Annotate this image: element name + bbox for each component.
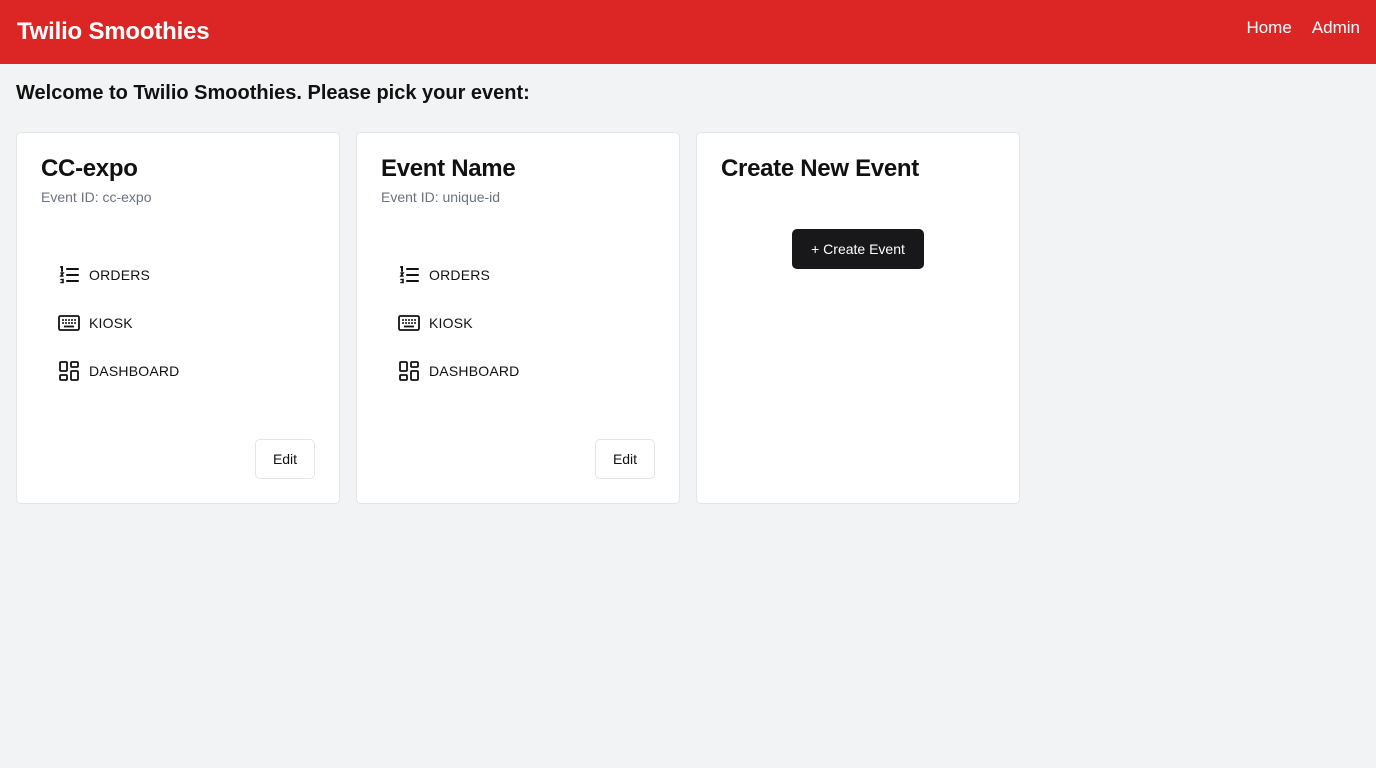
event-id: Event ID: cc-expo: [41, 189, 152, 205]
link-label: DASHBOARD: [429, 363, 520, 379]
create-event-card: Create New Event + Create Event: [696, 132, 1020, 504]
event-name: Event Name: [381, 155, 516, 182]
dashboard-link[interactable]: DASHBOARD: [57, 357, 179, 385]
event-links: ORDERS KIOSK DASHBOARD: [397, 261, 519, 405]
link-label: ORDERS: [89, 267, 151, 283]
event-card: CC-expo Event ID: cc-expo ORDERS KIOSK D…: [16, 132, 340, 504]
edit-button[interactable]: Edit: [595, 439, 655, 479]
link-label: DASHBOARD: [89, 363, 180, 379]
welcome-heading: Welcome to Twilio Smoothies. Please pick…: [16, 82, 530, 104]
create-card-title: Create New Event: [721, 155, 919, 182]
event-card: Event Name Event ID: unique-id ORDERS KI…: [356, 132, 680, 504]
event-links: ORDERS KIOSK DASHBOARD: [57, 261, 179, 405]
app-title[interactable]: Twilio Smoothies: [17, 18, 210, 46]
kiosk-link[interactable]: KIOSK: [397, 309, 519, 337]
dashboard-icon: [59, 361, 79, 381]
list-ordered-icon: [399, 266, 419, 284]
event-cards: CC-expo Event ID: cc-expo ORDERS KIOSK D…: [16, 132, 1020, 504]
create-event-button[interactable]: + Create Event: [792, 229, 924, 269]
orders-link[interactable]: ORDERS: [57, 261, 179, 289]
event-name: CC-expo: [41, 155, 138, 182]
kiosk-link[interactable]: KIOSK: [57, 309, 179, 337]
event-id: Event ID: unique-id: [381, 189, 501, 205]
nav-admin-link[interactable]: Admin: [1312, 18, 1360, 38]
edit-button[interactable]: Edit: [255, 439, 315, 479]
dashboard-icon: [399, 361, 419, 381]
link-label: ORDERS: [429, 267, 491, 283]
main-nav: Home Admin: [1246, 18, 1360, 38]
top-navbar: Twilio Smoothies Home Admin: [0, 0, 1376, 64]
link-label: KIOSK: [89, 315, 133, 331]
nav-home-link[interactable]: Home: [1246, 18, 1291, 38]
orders-link[interactable]: ORDERS: [397, 261, 519, 289]
dashboard-link[interactable]: DASHBOARD: [397, 357, 519, 385]
keyboard-icon: [398, 315, 420, 331]
keyboard-icon: [58, 315, 80, 331]
link-label: KIOSK: [429, 315, 473, 331]
list-ordered-icon: [59, 266, 79, 284]
